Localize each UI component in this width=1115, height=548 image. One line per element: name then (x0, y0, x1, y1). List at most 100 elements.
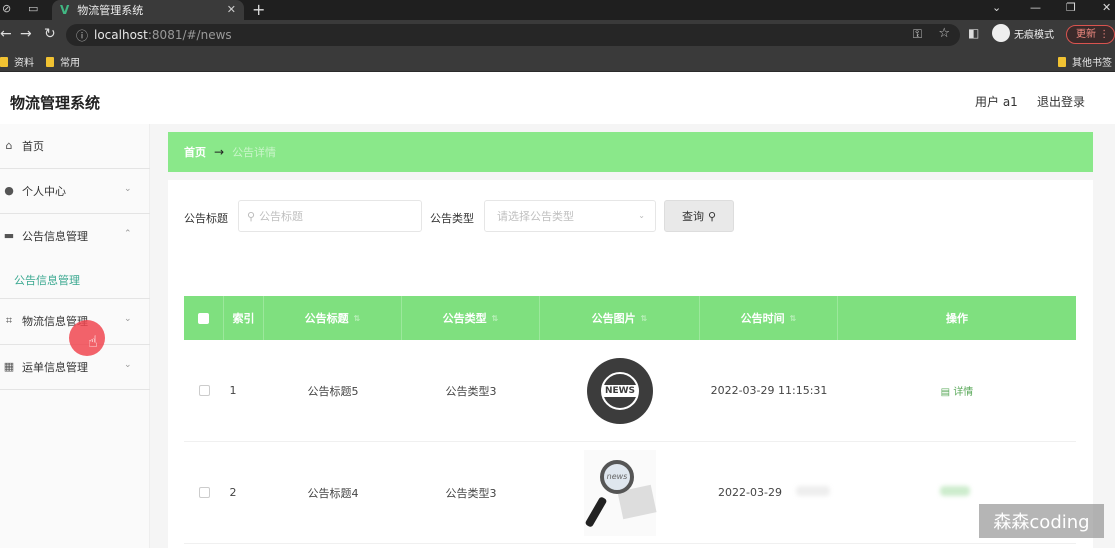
chrome-menu-icon[interactable]: ⊘ (2, 2, 11, 15)
detail-button[interactable]: ▤ 详情 (941, 383, 974, 398)
row-index: 1 (229, 384, 237, 397)
query-button[interactable]: 查询 ⚲ (664, 200, 734, 232)
bookmark-star-icon[interactable]: ☆ (938, 26, 950, 41)
browser-tab[interactable]: V 物流管理系统 ✕ (52, 0, 244, 20)
click-indicator (69, 320, 105, 356)
url-path: :8081/#/news (147, 28, 232, 42)
incognito-icon (992, 24, 1010, 42)
printer-icon: ▬ (3, 229, 15, 242)
header-type[interactable]: 公告类型 ⇅ (402, 296, 540, 340)
row-checkbox[interactable] (198, 385, 210, 396)
key-icon[interactable]: ⚿ (913, 27, 922, 42)
header-image[interactable]: 公告图片 ⇅ (540, 296, 700, 340)
tab-close-icon[interactable]: ✕ (227, 3, 236, 16)
sidebar-item-personal-center[interactable]: ● 个人中心 ⌄ (0, 169, 150, 213)
title-search-input[interactable]: ⚲ 公告标题 (238, 200, 422, 232)
row-select-cell (184, 442, 224, 543)
select-all-checkbox[interactable] (198, 312, 209, 324)
row-actions: ▤ 详情 (838, 340, 1076, 441)
info-icon[interactable]: ⓘ (76, 27, 88, 44)
sort-icon[interactable]: ⇅ (641, 314, 648, 323)
title-filter-label: 公告标题 (184, 212, 228, 225)
type-select-placeholder: 请选择公告类型 (497, 210, 574, 223)
vue-logo-icon: V (60, 3, 70, 17)
profile-label: 无痕模式 (1014, 29, 1054, 41)
folder-icon (46, 56, 54, 67)
row-title: 公告标题4 (307, 486, 359, 500)
magnifier-icon: news (600, 459, 634, 494)
type-filter-label: 公告类型 (430, 212, 474, 225)
side-panel-icon[interactable]: ◧ (968, 26, 979, 40)
logout-link[interactable]: 退出登录 (1037, 93, 1085, 110)
table-row: 1 公告标题5 公告类型3 NEWS 2022-03-29 11:15:31 ▤… (184, 340, 1076, 442)
news-globe-image: NEWS (587, 357, 653, 424)
news-magnifier-image: news (584, 449, 657, 536)
header-label: 索引 (232, 312, 255, 325)
sort-icon[interactable]: ⇅ (354, 314, 361, 323)
folder-icon (1058, 56, 1066, 67)
chevron-down-icon: ⌄ (638, 211, 645, 220)
detail-label: 详情 (953, 387, 974, 398)
bookmark-folder[interactable]: 资料 (0, 54, 34, 69)
blurred-action (940, 486, 970, 496)
tab-search-icon[interactable]: ▭ (28, 2, 38, 15)
new-tab-icon[interactable]: + (252, 0, 265, 19)
bookmarks-bar: 资料 常用 其他书签 (0, 50, 1115, 72)
watermark: 森森coding (979, 504, 1104, 538)
row-image[interactable]: news (540, 442, 700, 543)
minimize-icon[interactable]: — (1030, 1, 1041, 14)
row-checkbox[interactable] (198, 487, 210, 498)
crop-icon: ⌗ (5, 314, 13, 327)
back-icon[interactable]: ← (0, 26, 12, 42)
close-window-icon[interactable]: ✕ (1102, 1, 1111, 14)
header-title[interactable]: 公告标题 ⇅ (264, 296, 402, 340)
blurred-text (796, 486, 830, 496)
main-content: 首页 → 公告详情 公告标题 ⚲ 公告标题 公告类型 请选择公告类型 ⌄ 查询 … (150, 124, 1115, 548)
forward-icon[interactable]: → (20, 26, 32, 42)
sidebar-item-label: 运单信息管理 (22, 361, 88, 374)
search-icon: ⚲ (247, 209, 256, 223)
reload-icon[interactable]: ↻ (44, 26, 56, 42)
title-search-placeholder: 公告标题 (259, 210, 304, 223)
other-bookmarks[interactable]: 其他书签 (1058, 54, 1112, 69)
magnifier-handle (584, 495, 608, 528)
bookmark-folder[interactable]: 常用 (46, 54, 80, 69)
row-image[interactable]: NEWS (540, 340, 700, 441)
sort-icon[interactable]: ⇅ (492, 314, 499, 323)
user-icon: ● (4, 184, 14, 197)
update-button[interactable]: 更新 ⋮ (1066, 25, 1115, 44)
breadcrumb-home[interactable]: 首页 (184, 144, 206, 160)
restore-icon[interactable]: ❐ (1066, 1, 1076, 14)
row-index: 2 (229, 486, 237, 499)
header-time[interactable]: 公告时间 ⇅ (700, 296, 838, 340)
url-host: localhost (94, 28, 148, 42)
sidebar-item-label: 个人中心 (22, 185, 66, 198)
table-row: 2 公告标题4 公告类型3 news 2022-03-29 (184, 442, 1076, 544)
type-select[interactable]: 请选择公告类型 ⌄ (484, 200, 656, 232)
sidebar-item-label: 首页 (22, 140, 44, 153)
app-title: 物流管理系统 (10, 94, 101, 112)
grid-icon: ▦ (3, 360, 15, 373)
table-header: 索引 公告标题 ⇅ 公告类型 ⇅ 公告图片 ⇅ 公告时间 ⇅ 操作 (184, 296, 1076, 340)
sidebar-item-home[interactable]: ⌂ 首页 (0, 124, 150, 168)
bookmark-label: 常用 (60, 58, 80, 69)
content-panel: 公告标题 ⚲ 公告标题 公告类型 请选择公告类型 ⌄ 查询 ⚲ 索引 公告标题 ⇅… (168, 180, 1093, 548)
header-label: 公告图片 (591, 312, 636, 325)
header-label: 公告标题 (304, 312, 349, 325)
tab-title: 物流管理系统 (77, 4, 144, 17)
sort-icon[interactable]: ⇅ (790, 314, 797, 323)
submenu-item-notice-management[interactable]: 公告信息管理 (14, 272, 80, 288)
chevron-down-icon[interactable]: ⌄ (992, 1, 1001, 14)
app-header: 物流管理系统 用户 a1 退出登录 (0, 76, 1115, 124)
bookmark-label: 资料 (14, 58, 34, 69)
row-time: 2022-03-29 11:15:31 (710, 384, 828, 397)
search-icon: ⚲ (707, 209, 717, 223)
other-bookmarks-label: 其他书签 (1072, 58, 1112, 69)
user-label: 用户 a1 (975, 95, 1018, 109)
header-label: 操作 (946, 312, 968, 325)
chevron-up-icon: ⌃ (124, 229, 132, 239)
chevron-down-icon: ⌄ (124, 314, 132, 324)
sidebar-item-notice-management[interactable]: ▬ 公告信息管理 ⌃ (0, 214, 150, 258)
incognito-profile[interactable]: 无痕模式 (992, 24, 1054, 42)
url-field[interactable]: ⓘ localhost:8081/#/news ⚿ ☆ (66, 24, 960, 46)
